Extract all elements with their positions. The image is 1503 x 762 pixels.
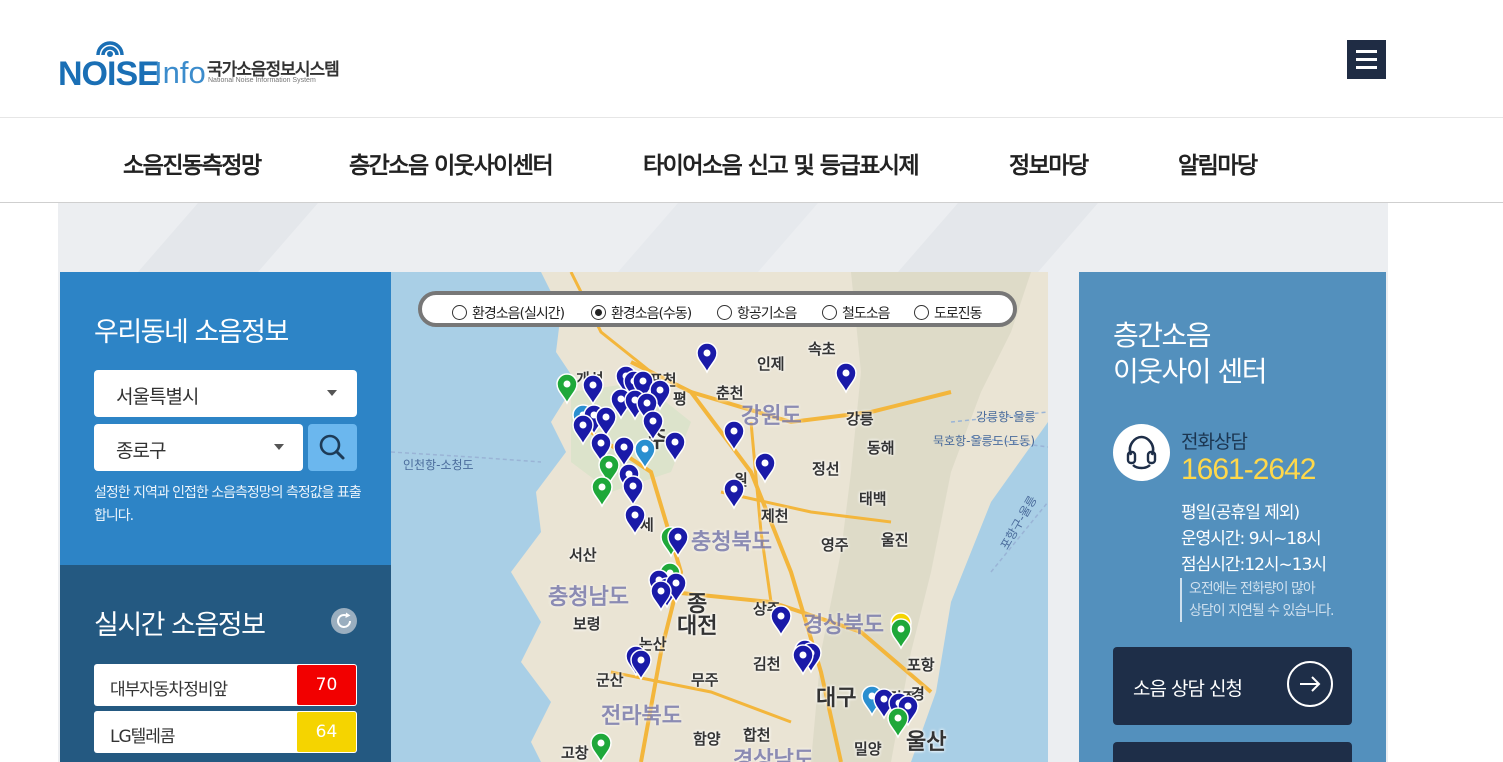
phone-number[interactable]: 1661-2642 xyxy=(1181,453,1316,487)
station-name: 대부자동차정비앞 xyxy=(110,680,228,700)
map-pin-icon[interactable] xyxy=(770,605,792,637)
logo-info-text: Info xyxy=(154,55,206,90)
realtime-row[interactable]: LG텔레콤 64 xyxy=(94,711,357,753)
floor-noise-center-panel: 층간소음 이웃사이 센터 전화상담 1661-2642 평일(공휴일 제외) 운… xyxy=(1079,272,1386,762)
search-button[interactable] xyxy=(308,424,357,471)
logo-english-text: National Noise Information System xyxy=(208,77,316,84)
center-title-line2: 이웃사이 센터 xyxy=(1113,355,1267,388)
realtime-noise-panel: 실시간 소음정보 대부자동차정비앞 70 LG텔레콤 64 xyxy=(60,565,391,762)
note-line: 오전에는 전화량이 많아 xyxy=(1189,581,1316,597)
refresh-button[interactable] xyxy=(331,608,357,634)
nav-item-floor-noise-center[interactable]: 층간소음 이웃사이센터 xyxy=(349,146,554,180)
nav-item-tire-noise[interactable]: 타이어소음 신고 및 등급표시제 xyxy=(643,146,920,180)
map-pin-icon[interactable] xyxy=(595,406,617,438)
center-title: 층간소음 이웃사이 센터 xyxy=(1113,318,1267,390)
nav-item-noise-network[interactable]: 소음진동측정망 xyxy=(123,146,262,180)
hamburger-line xyxy=(1356,66,1377,69)
map-pin-icon[interactable] xyxy=(622,475,644,507)
map-pin-icon[interactable] xyxy=(723,420,745,452)
map-pin-icon[interactable] xyxy=(590,732,612,762)
map-pin-icon[interactable] xyxy=(696,342,718,374)
map-pin-icon[interactable] xyxy=(835,362,857,394)
local-noise-panel: 우리동네 소음정보 서울특별시 종로구 설정한 지역과 인접한 소음측정망의 측… xyxy=(60,272,391,565)
headset-icon xyxy=(1113,424,1170,481)
map-pin-icon[interactable] xyxy=(591,476,613,508)
chevron-down-icon xyxy=(327,390,337,396)
consultation-request-label: 소음 상담 신청 xyxy=(1133,678,1243,700)
city-select-value: 서울특별시 xyxy=(116,386,199,408)
local-noise-title: 우리동네 소음정보 xyxy=(94,317,289,348)
hamburger-line xyxy=(1356,50,1377,53)
map-pin-icon[interactable] xyxy=(642,410,664,442)
consultation-request-button[interactable]: 소음 상담 신청 xyxy=(1113,647,1352,725)
operating-hours: 평일(공휴일 제외) 운영시간: 9시~18시 점심시간:12시~13시 xyxy=(1181,500,1327,578)
map-pin-icon[interactable] xyxy=(664,431,686,463)
hours-line: 운영시간: 9시~18시 xyxy=(1181,529,1322,549)
city-select[interactable]: 서울특별시 xyxy=(94,370,357,417)
realtime-row[interactable]: 대부자동차정비앞 70 xyxy=(94,664,357,706)
hours-line: 평일(공휴일 제외) xyxy=(1181,503,1300,523)
hamburger-menu-button[interactable] xyxy=(1347,40,1386,79)
realtime-noise-title: 실시간 소음정보 xyxy=(94,610,266,641)
hours-line: 점심시간:12시~13시 xyxy=(1181,555,1327,575)
background-decoration xyxy=(138,203,1098,272)
map-pin-icon[interactable] xyxy=(572,414,594,446)
second-action-button[interactable] xyxy=(1113,742,1352,762)
search-icon xyxy=(319,434,345,460)
main-navigation: 소음진동측정망 층간소음 이웃사이센터 타이어소음 신고 및 등급표시제 정보마… xyxy=(0,117,1503,203)
note-line: 상담이 지연될 수 있습니다. xyxy=(1189,603,1334,619)
nav-item-info[interactable]: 정보마당 xyxy=(1009,146,1089,180)
arrow-right-icon xyxy=(1287,661,1333,707)
map-markers xyxy=(556,342,919,762)
noise-map[interactable]: 환경소음(실시간) 환경소음(수동) 항공기소음 철도소음 도로진동 개성 포천… xyxy=(391,272,1048,762)
local-help-text: 설정한 지역과 인접한 소음측정망의 측정값을 표출합니다. xyxy=(94,485,362,524)
logo-noise-text: NOISE xyxy=(58,55,160,93)
center-title-line1: 층간소음 xyxy=(1113,319,1212,352)
chevron-down-icon xyxy=(274,444,284,450)
signal-wave-icon xyxy=(96,41,124,57)
phone-label: 전화상담 xyxy=(1181,431,1248,453)
station-name: LG텔레콤 xyxy=(110,727,176,747)
district-select-value: 종로구 xyxy=(116,440,166,462)
map-pin-icon[interactable] xyxy=(754,452,776,484)
map-pin-icon[interactable] xyxy=(582,374,604,406)
map-pin-icon[interactable] xyxy=(723,478,745,510)
map-pin-icon[interactable] xyxy=(556,373,578,405)
noise-value-badge: 70 xyxy=(297,665,356,705)
map-pin-icon[interactable] xyxy=(624,504,646,536)
hamburger-line xyxy=(1356,58,1377,61)
nav-item-notice[interactable]: 알림마당 xyxy=(1178,146,1258,180)
map-pin-icon[interactable] xyxy=(634,438,656,470)
noise-value-badge: 64 xyxy=(297,712,356,752)
district-select[interactable]: 종로구 xyxy=(94,424,303,471)
call-volume-note: 오전에는 전화량이 많아 상담이 지연될 수 있습니다. xyxy=(1180,578,1334,622)
map-pin-icon[interactable] xyxy=(887,707,909,739)
refresh-icon xyxy=(337,612,351,628)
map-pin-icon[interactable] xyxy=(630,649,652,681)
map-pin-icon[interactable] xyxy=(890,618,912,650)
site-logo[interactable]: NOISE Info 국가소음정보시스템 National Noise Info… xyxy=(58,33,358,93)
